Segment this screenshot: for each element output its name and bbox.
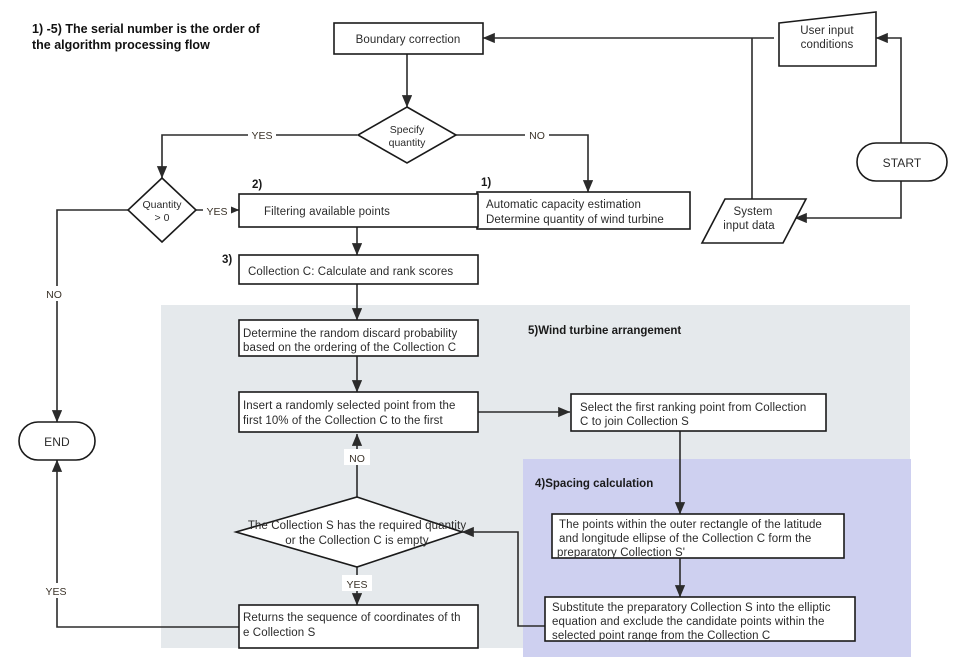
node-outer-rect-line3: preparatory Collection S': [557, 547, 685, 559]
edge-specify-no: [456, 134, 594, 193]
edge-label-loop-no: NO: [349, 453, 365, 465]
node-select-first-line1: Select the first ranking point from Coll…: [580, 402, 806, 414]
edge-label-end-yes: YES: [45, 586, 66, 598]
step-number-3: 3): [222, 254, 232, 266]
node-filtering-label: Filtering available points: [264, 206, 390, 218]
band-label-spacing: 4)Spacing calculation: [535, 478, 653, 490]
node-end-label: END: [44, 435, 70, 449]
node-user-input-line1: User input: [800, 25, 854, 37]
edge-label-specify-yes: YES: [251, 130, 272, 142]
node-specify-quantity-line1: Specify: [390, 124, 425, 136]
node-discard-line1: Determine the random discard probability: [243, 328, 457, 340]
flowchart-svg: 1) -5) The serial number is the order of…: [18, 11, 948, 657]
node-auto-capacity-line1: Automatic capacity estimation: [486, 199, 641, 211]
node-quantity-line2: > 0: [155, 212, 170, 224]
node-auto-capacity-line2: Determine quantity of wind turbine: [486, 214, 664, 226]
node-user-input-line2: conditions: [801, 39, 854, 51]
edge-label-quantity-yes: YES: [206, 206, 227, 218]
node-substitute-line1: Substitute the preparatory Collection S …: [552, 602, 831, 614]
node-system-input-line2: input data: [723, 220, 775, 232]
node-collection-s-check-line2: or the Collection C is empty: [285, 535, 429, 547]
edge-quantity-no: [51, 209, 128, 423]
node-return-line2: e Collection S: [243, 627, 316, 639]
node-insert-line1: Insert a randomly selected point from th…: [243, 400, 455, 412]
node-collection-s-check-line1: The Collection S has the required quanti…: [248, 520, 467, 532]
node-outer-rect-line1: The points within the outer rectangle of…: [559, 519, 822, 531]
header-note-line1: 1) -5) The serial number is the order of: [32, 22, 261, 36]
flowchart-canvas: 1) -5) The serial number is the order of…: [0, 0, 967, 657]
node-start-label: START: [883, 156, 922, 170]
step-number-2: 2): [252, 179, 262, 191]
node-outer-rect-line2: and longitude ellipse of the Collection …: [559, 533, 811, 545]
edge-start-to-user-input: [875, 32, 902, 143]
node-quantity-line1: Quantity: [142, 199, 182, 211]
node-discard-line2: based on the ordering of the Collection …: [243, 342, 456, 354]
node-return-line1: Returns the sequence of coordinates of t…: [243, 612, 461, 624]
edge-start-to-system-input: [794, 181, 902, 224]
header-note-line2: the algorithm processing flow: [32, 38, 210, 52]
node-system-input-line1: System: [734, 206, 773, 218]
edge-label-quantity-no: NO: [46, 289, 62, 301]
node-boundary-correction-label: Boundary correction: [356, 34, 461, 46]
node-substitute-line2: equation and exclude the candidate point…: [552, 616, 824, 628]
node-insert-line2: first 10% of the Collection C to the fir…: [243, 415, 443, 427]
node-specify-quantity-line2: quantity: [389, 137, 427, 149]
step-number-1: 1): [481, 177, 491, 189]
edge-label-loop-yes: YES: [346, 579, 367, 591]
node-substitute-line3: selected point range from the Collection…: [552, 630, 770, 642]
edge-label-specify-no: NO: [529, 130, 545, 142]
node-select-first-line2: C to join Collection S: [580, 416, 689, 428]
node-collection-c-label: Collection C: Calculate and rank scores: [248, 266, 453, 278]
band-label-wind-turbine: 5)Wind turbine arrangement: [528, 325, 681, 337]
